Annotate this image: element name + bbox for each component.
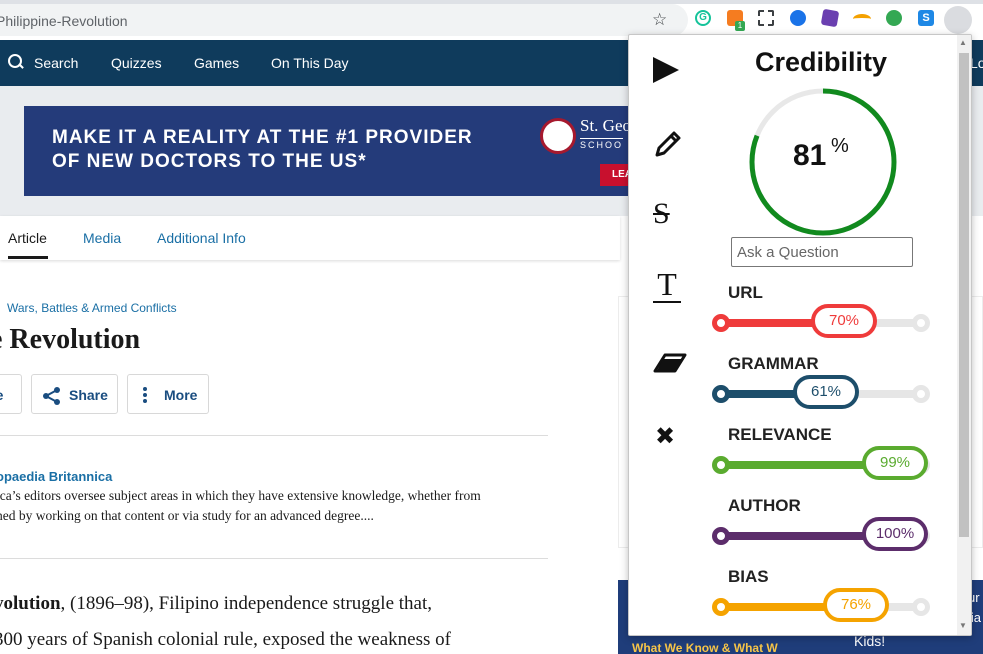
slider-value-badge[interactable]: 61% bbox=[793, 375, 859, 409]
article-body-line-1: volution, (1896–98), Filipino independen… bbox=[0, 586, 554, 622]
tab-additional-info[interactable]: Additional Info bbox=[157, 230, 246, 246]
ad-banner[interactable]: MAKE IT A REALITY AT THE #1 PROVIDER OF … bbox=[24, 106, 644, 196]
bookmark-icon[interactable] bbox=[790, 10, 806, 26]
extension-badge-count: 1 bbox=[735, 21, 745, 31]
slider-start-knob bbox=[712, 385, 730, 403]
popup-title: Credibility bbox=[754, 47, 888, 77]
scroll-up-arrow-icon[interactable]: ▲ bbox=[959, 38, 967, 47]
tab-article[interactable]: Article bbox=[8, 230, 47, 246]
ad-logo-seal bbox=[540, 118, 576, 154]
slider-start-knob bbox=[712, 527, 730, 545]
ad-headline-line-1: MAKE IT A REALITY AT THE #1 PROVIDER bbox=[52, 127, 473, 148]
slider-value-badge[interactable]: 99% bbox=[862, 446, 928, 480]
slider-value-badge[interactable]: 100% bbox=[862, 517, 928, 551]
author-description: ica’s editors oversee subject areas in w… bbox=[0, 486, 552, 526]
slider-value-badge[interactable]: 76% bbox=[823, 588, 889, 622]
metric-label-grammar: GRAMMAR bbox=[728, 354, 819, 373]
more-button[interactable]: More bbox=[127, 374, 209, 414]
page: Philippine-Revolution ☆ G 1 S Search Qui… bbox=[0, 0, 983, 654]
credibility-percent-sign: % bbox=[831, 135, 849, 157]
metric-slider-relevance[interactable]: 99% bbox=[712, 446, 934, 480]
more-label: More bbox=[164, 387, 198, 403]
star-icon[interactable]: ☆ bbox=[652, 11, 667, 29]
slider-end-knob bbox=[912, 598, 930, 616]
nav-games[interactable]: Games bbox=[194, 55, 239, 71]
grammarly-icon[interactable]: G bbox=[695, 10, 711, 26]
slider-value-badge[interactable]: 70% bbox=[811, 304, 877, 338]
author-description-line-1: ica’s editors oversee subject areas in w… bbox=[0, 488, 481, 503]
more-vertical-icon bbox=[143, 387, 147, 403]
slider-end-knob bbox=[912, 314, 930, 332]
article-body: volution, (1896–98), Filipino independen… bbox=[0, 586, 554, 654]
divider bbox=[0, 435, 548, 436]
author-name[interactable]: opaedia Britannica bbox=[0, 469, 112, 484]
metric-label-url: URL bbox=[728, 283, 763, 302]
article-body-bold[interactable]: volution bbox=[0, 593, 61, 614]
url-text[interactable]: Philippine-Revolution bbox=[0, 13, 128, 29]
slider-start-knob bbox=[712, 598, 730, 616]
slider-start-knob bbox=[712, 314, 730, 332]
article-tabs: Article Media Additional Info bbox=[0, 216, 620, 260]
credibility-score: 81 bbox=[793, 139, 827, 172]
metric-label-relevance: RELEVANCE bbox=[728, 425, 832, 444]
crop-icon[interactable] bbox=[758, 10, 774, 26]
address-bar[interactable]: Philippine-Revolution ☆ bbox=[0, 4, 688, 36]
s-icon[interactable]: S bbox=[918, 10, 934, 26]
search-icon[interactable] bbox=[8, 54, 24, 70]
slider-start-knob bbox=[712, 456, 730, 474]
close-icon[interactable]: ✖ bbox=[655, 423, 675, 451]
tab-media[interactable]: Media bbox=[83, 230, 121, 246]
promo-left-text: What We Know & What W bbox=[632, 641, 778, 654]
metric-slider-url[interactable]: 70% bbox=[712, 304, 934, 338]
page-title: e Revolution bbox=[0, 324, 141, 355]
scroll-down-arrow-icon[interactable]: ▼ bbox=[959, 621, 967, 630]
strikethrough-icon[interactable]: S bbox=[653, 197, 670, 231]
scrollbar-thumb[interactable] bbox=[959, 53, 969, 537]
article-body-line-2: 300 years of Spanish colonial rule, expo… bbox=[0, 629, 451, 650]
ad-headline-line-2: OF NEW DOCTORS TO THE US* bbox=[52, 151, 367, 172]
ad-brand-sub: SCHOO bbox=[580, 138, 624, 150]
ad-headline: MAKE IT A REALITY AT THE #1 PROVIDER OF … bbox=[52, 126, 473, 174]
cite-button[interactable]: te bbox=[0, 374, 22, 414]
metric-label-bias: BIAS bbox=[728, 567, 769, 586]
cite-label: te bbox=[0, 387, 3, 403]
ask-question-input[interactable] bbox=[731, 237, 913, 267]
share-label: Share bbox=[69, 387, 108, 403]
metric-slider-grammar[interactable]: 61% bbox=[712, 375, 934, 409]
nav-on-this-day[interactable]: On This Day bbox=[271, 55, 349, 71]
pencil-icon[interactable] bbox=[653, 129, 683, 159]
metric-slider-author[interactable]: 100% bbox=[712, 517, 934, 551]
text-icon[interactable]: T bbox=[653, 267, 681, 303]
nav-quizzes[interactable]: Quizzes bbox=[111, 55, 162, 71]
chat-icon[interactable] bbox=[886, 10, 902, 26]
eraser-icon[interactable] bbox=[653, 349, 687, 375]
divider bbox=[0, 558, 548, 559]
share-button[interactable]: Share bbox=[31, 374, 118, 414]
ad-brand: St. Geo bbox=[580, 116, 631, 135]
article-body-line-1-rest: , (1896–98), Filipino independence strug… bbox=[60, 593, 433, 614]
play-icon[interactable] bbox=[653, 57, 679, 83]
share-icon bbox=[43, 387, 61, 405]
profile-avatar[interactable] bbox=[944, 6, 972, 34]
active-tab-indicator bbox=[8, 256, 48, 259]
cube-icon[interactable] bbox=[820, 8, 840, 28]
author-description-line-2: ned by working on that content or via st… bbox=[0, 508, 374, 523]
rainbow-icon[interactable] bbox=[853, 14, 871, 24]
metric-slider-bias[interactable]: 76% bbox=[712, 588, 934, 622]
slider-end-knob bbox=[912, 385, 930, 403]
nav-search[interactable]: Search bbox=[34, 55, 78, 71]
credibility-popup: ▲ ▼ S T ✖ Credibility 81 % URL 70% GRAMMAR… bbox=[628, 34, 972, 636]
breadcrumb[interactable]: Wars, Battles & Armed Conflicts bbox=[7, 301, 177, 315]
metric-label-author: AUTHOR bbox=[728, 496, 801, 515]
